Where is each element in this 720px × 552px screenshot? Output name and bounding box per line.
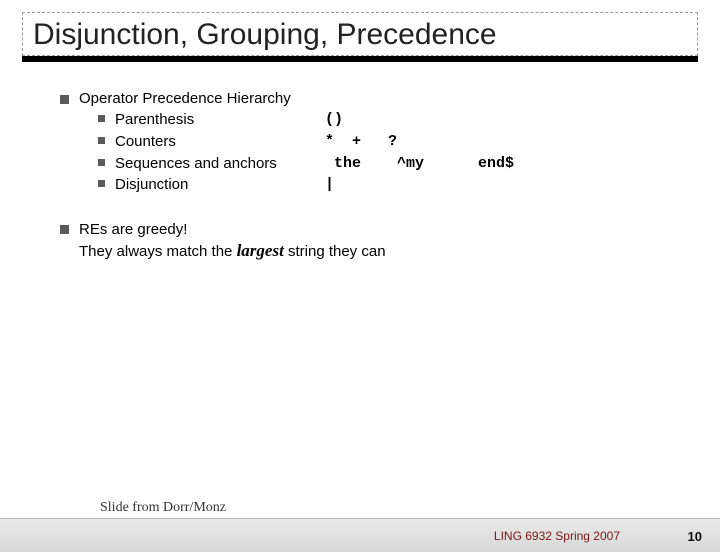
- greedy-line1: REs are greedy!: [79, 221, 187, 238]
- square-bullet-icon: [98, 115, 105, 122]
- square-bullet-icon: [98, 159, 105, 166]
- list-item: Disjunction |: [98, 174, 680, 196]
- bullet-hierarchy: Operator Precedence Hierarchy: [60, 90, 680, 107]
- item-symbols: (): [325, 109, 343, 131]
- page-number: 10: [688, 529, 702, 544]
- list-item: Parenthesis (): [98, 109, 680, 131]
- hierarchy-list: Parenthesis () Counters * + ? Sequences …: [98, 109, 680, 196]
- slide-body: Operator Precedence Hierarchy Parenthesi…: [60, 90, 680, 263]
- item-symbols: the ^my end$: [325, 153, 514, 175]
- item-symbols: |: [325, 174, 334, 196]
- greedy-text: REs are greedy! They always match the la…: [79, 220, 386, 263]
- item-name: Sequences and anchors: [115, 153, 325, 175]
- greedy-emph: largest: [237, 241, 284, 260]
- bullet-hierarchy-label: Operator Precedence Hierarchy: [79, 90, 291, 107]
- greedy-line2a: They always match the: [79, 243, 237, 260]
- list-item: Sequences and anchors the ^my end$: [98, 153, 680, 175]
- square-bullet-icon: [98, 137, 105, 144]
- item-name: Parenthesis: [115, 109, 325, 131]
- list-item: Counters * + ?: [98, 131, 680, 153]
- title-box: Disjunction, Grouping, Precedence: [22, 12, 698, 56]
- square-bullet-icon: [60, 95, 69, 104]
- item-name: Counters: [115, 131, 325, 153]
- item-name: Disjunction: [115, 174, 325, 196]
- attribution: Slide from Dorr/Monz: [100, 500, 226, 516]
- square-bullet-icon: [98, 180, 105, 187]
- bullet-greedy: REs are greedy! They always match the la…: [60, 220, 680, 263]
- slide-title: Disjunction, Grouping, Precedence: [33, 17, 687, 53]
- course-label: LING 6932 Spring 2007: [494, 529, 620, 543]
- item-symbols: * + ?: [325, 131, 397, 153]
- title-underline: [22, 56, 698, 62]
- square-bullet-icon: [60, 225, 69, 234]
- footer-bar: LING 6932 Spring 2007: [0, 518, 720, 552]
- greedy-line2b: string they can: [284, 243, 386, 260]
